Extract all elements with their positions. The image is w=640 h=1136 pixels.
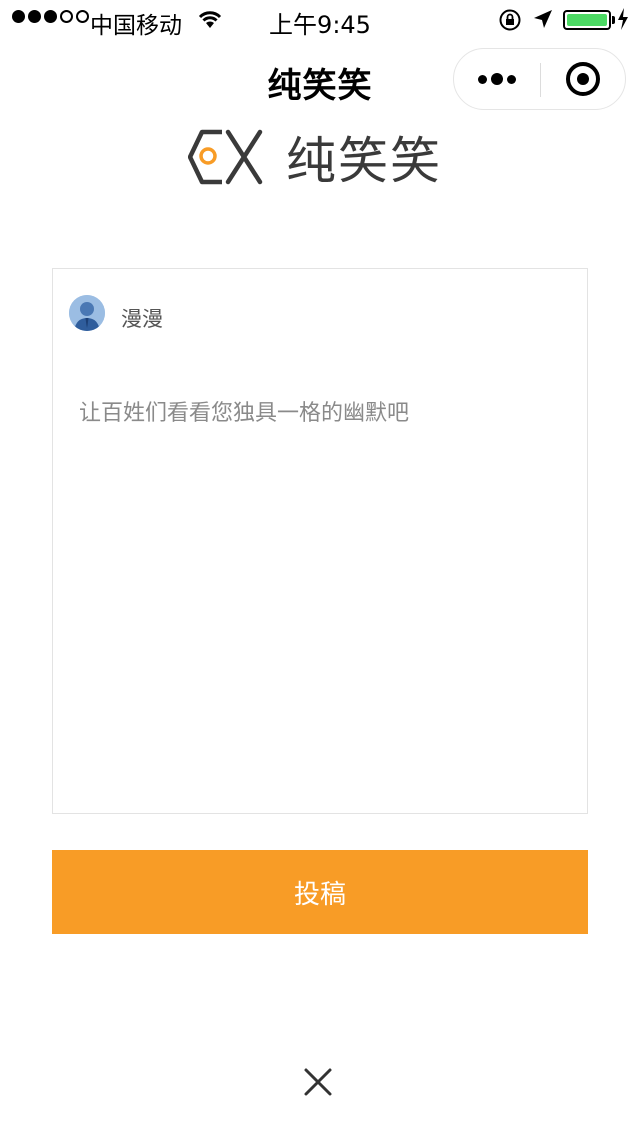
username: 漫漫 xyxy=(121,307,163,331)
joke-content-input[interactable] xyxy=(79,395,563,785)
battery-tip xyxy=(612,16,615,24)
capsule-divider xyxy=(540,63,541,97)
user-avatar-icon xyxy=(69,295,105,331)
close-target-icon[interactable] xyxy=(566,62,600,96)
composer-card: 漫漫 xyxy=(52,268,588,814)
location-arrow-icon xyxy=(532,8,554,36)
rotation-lock-icon xyxy=(498,8,522,38)
avatar xyxy=(69,295,105,331)
app-logo: 纯笑笑 xyxy=(188,128,442,190)
charging-bolt-icon xyxy=(617,8,629,36)
status-bar: 中国移动 上午9:45 xyxy=(0,0,640,40)
capsule-menu xyxy=(453,48,626,110)
logo-hexagon-icon xyxy=(188,129,263,185)
logo-text: 纯笑笑 xyxy=(286,132,442,190)
close-x-icon[interactable] xyxy=(300,1064,336,1100)
page: 中国移动 上午9:45 纯笑笑 纯笑笑 漫漫 让百姓们看看您独具一格的幽默吧 投… xyxy=(0,0,640,1136)
battery-icon xyxy=(563,10,611,30)
more-dots-icon[interactable] xyxy=(454,49,540,109)
submit-button[interactable]: 投稿 xyxy=(52,850,588,934)
